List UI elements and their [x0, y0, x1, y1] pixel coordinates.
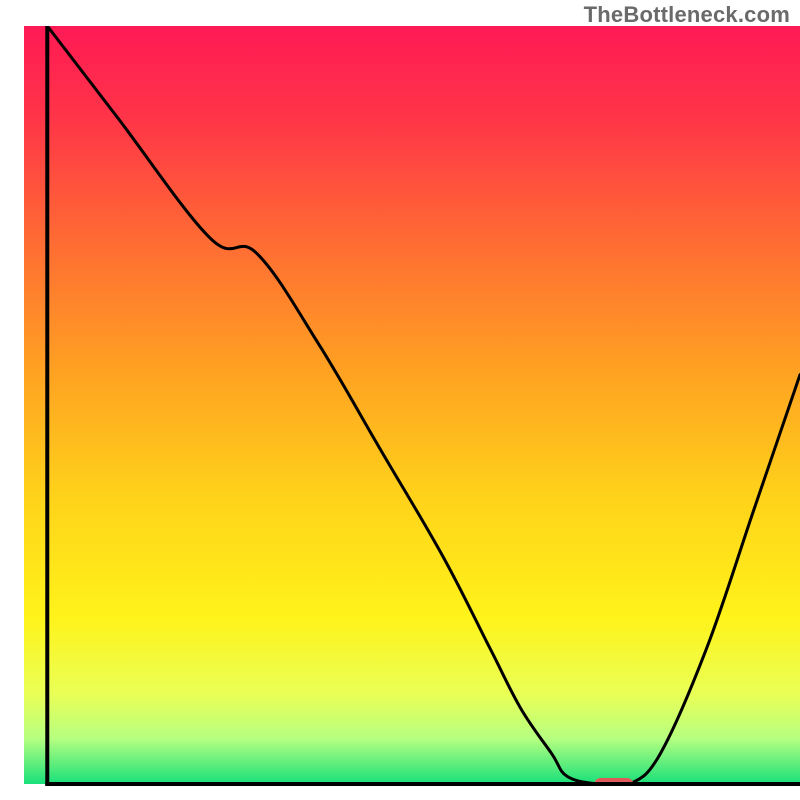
watermark-text: TheBottleneck.com	[584, 2, 790, 28]
bottleneck-chart	[0, 0, 800, 800]
gradient-background	[24, 26, 800, 784]
chart-container: TheBottleneck.com	[0, 0, 800, 800]
